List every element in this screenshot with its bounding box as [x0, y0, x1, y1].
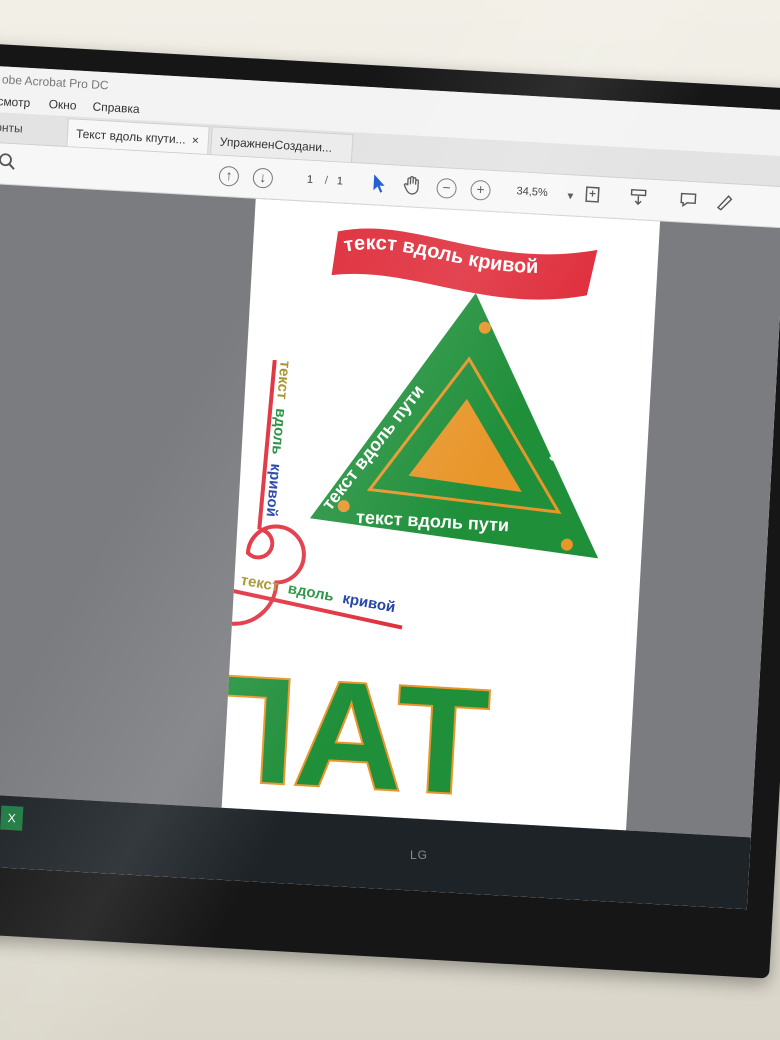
- monitor-bezel: obe Acrobat Pro DC осмотр Окно Справка о…: [0, 42, 780, 979]
- page-total: 1: [336, 175, 344, 188]
- page-down-icon[interactable]: ↓: [252, 167, 274, 189]
- comment-icon[interactable]: [676, 189, 701, 214]
- menu-window[interactable]: Окно: [48, 97, 77, 113]
- scene: obe Acrobat Pro DC осмотр Окно Справка о…: [0, 0, 780, 1040]
- screen: obe Acrobat Pro DC осмотр Окно Справка о…: [0, 65, 780, 910]
- excel-icon[interactable]: X: [0, 805, 24, 831]
- zoom-level[interactable]: 34,5%: [516, 185, 548, 199]
- document-workspace[interactable]: текст вдоль кривой текст вдоль пути текс…: [0, 183, 780, 838]
- menu-help[interactable]: Справка: [92, 100, 140, 117]
- monitor-brand: LG: [410, 848, 429, 862]
- close-icon[interactable]: ×: [191, 133, 199, 147]
- tab-label: УпражненСоздани...: [219, 134, 333, 155]
- page-artwork: текст вдоль кривой текст вдоль пути текс…: [181, 228, 599, 828]
- zoom-in-icon[interactable]: +: [469, 179, 492, 201]
- page-number-input[interactable]: 1: [307, 174, 314, 186]
- big-title: ПАТ: [222, 642, 493, 826]
- sign-icon[interactable]: [712, 191, 737, 216]
- pdf-page[interactable]: текст вдоль кривой текст вдоль пути текс…: [181, 198, 661, 831]
- zoom-out-icon[interactable]: −: [436, 177, 458, 199]
- menu-view[interactable]: осмотр: [0, 94, 31, 110]
- select-arrow-icon[interactable]: [366, 172, 391, 197]
- search-icon[interactable]: [0, 151, 20, 176]
- app-title: obe Acrobat Pro DC: [1, 72, 109, 93]
- fit-page-icon[interactable]: [580, 184, 605, 209]
- hand-tool-icon[interactable]: [400, 174, 425, 199]
- scroll-mode-icon[interactable]: [626, 186, 651, 211]
- page-separator: /: [324, 174, 329, 187]
- tab-tools[interactable]: онты: [0, 120, 23, 136]
- page-up-icon[interactable]: ↑: [218, 165, 240, 187]
- tab-label: Текст вдоль кпути...: [75, 126, 187, 147]
